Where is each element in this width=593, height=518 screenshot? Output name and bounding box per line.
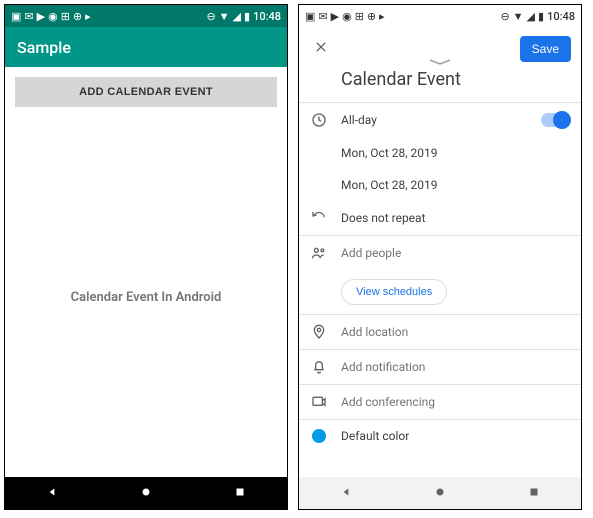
app-bar: Sample (5, 27, 287, 67)
repeat-label: Does not repeat (341, 211, 569, 225)
bell-icon (311, 359, 327, 375)
add-people-row[interactable]: Add people (299, 236, 581, 270)
app-title: Sample (17, 38, 71, 57)
add-calendar-event-button[interactable]: ADD CALENDAR EVENT (15, 77, 277, 107)
back-button[interactable] (339, 484, 353, 503)
dnd-icon: ⊖ (500, 10, 509, 23)
back-button[interactable] (45, 484, 59, 503)
add-location-row[interactable]: Add location (299, 315, 581, 349)
status-bar: ▣ ✉ ▶ ◉ ⊞ ⊕ ▸ ⊖ ▼ ◢ ▮ 10:48 (5, 5, 287, 27)
allday-toggle[interactable] (541, 113, 569, 127)
people-icon (311, 245, 327, 261)
clock-text: 10:48 (547, 10, 575, 23)
phone-screenshot-right: ▣ ✉ ▶ ◉ ⊞ ⊕ ▸ ⊖ ▼ ◢ ▮ 10:48 Save Calenda… (298, 4, 582, 510)
square-icon: ▣ (11, 10, 21, 23)
conferencing-icon (311, 394, 327, 410)
repeat-row[interactable]: Does not repeat (299, 201, 581, 235)
debug-icon: ▸ (379, 10, 385, 23)
center-label: Calendar Event In Android (5, 117, 287, 477)
add-notification-row[interactable]: Add notification (299, 350, 581, 384)
end-date-row[interactable]: Mon, Oct 28, 2019 (299, 169, 581, 201)
wifi-icon: ▼ (513, 10, 524, 23)
view-schedules-button[interactable]: View schedules (341, 279, 447, 305)
allday-row[interactable]: All-day (299, 103, 581, 137)
dnd-icon: ⊖ (206, 10, 215, 23)
wifi-icon: ▼ (219, 10, 230, 23)
battery-icon: ▮ (244, 10, 250, 23)
drag-handle-icon[interactable] (428, 51, 452, 70)
allday-label: All-day (341, 113, 527, 127)
clock-icon (311, 112, 327, 128)
status-right-icons: ⊖ ▼ ◢ ▮ 10:48 (206, 10, 281, 23)
color-row[interactable]: Default color (299, 420, 581, 452)
add-notification-label: Add notification (341, 360, 569, 374)
phone-screenshot-left: ▣ ✉ ▶ ◉ ⊞ ⊕ ▸ ⊖ ▼ ◢ ▮ 10:48 Sample ADD C… (4, 4, 288, 510)
view-schedules-row: View schedules (299, 270, 581, 314)
end-date: Mon, Oct 28, 2019 (341, 178, 569, 192)
play-icon: ▶ (331, 10, 339, 23)
navigation-bar (5, 477, 287, 509)
color-dot-icon (311, 429, 327, 443)
home-button[interactable] (139, 484, 153, 503)
square-icon: ▣ (305, 10, 315, 23)
recents-button[interactable] (233, 484, 247, 503)
message-icon: ✉ (318, 10, 327, 23)
circle-icon: ◉ (48, 10, 58, 23)
start-date-row[interactable]: Mon, Oct 28, 2019 (299, 137, 581, 169)
close-button[interactable] (309, 35, 333, 63)
battery-icon: ▮ (538, 10, 544, 23)
status-left-icons: ▣ ✉ ▶ ◉ ⊞ ⊕ ▸ (11, 10, 91, 23)
home-button[interactable] (433, 484, 447, 503)
play-icon: ▶ (37, 10, 45, 23)
location-icon (311, 324, 327, 340)
app-icon: ⊞ (355, 10, 364, 23)
signal-icon: ◢ (233, 10, 241, 23)
calendar-event-editor: Save Calendar Event All-day Mon, Oct 28,… (299, 27, 581, 477)
status-bar: ▣ ✉ ▶ ◉ ⊞ ⊕ ▸ ⊖ ▼ ◢ ▮ 10:48 (299, 5, 581, 27)
save-button[interactable]: Save (520, 36, 571, 62)
globe-icon: ⊕ (367, 10, 376, 23)
recents-button[interactable] (527, 484, 541, 503)
status-left-icons: ▣ ✉ ▶ ◉ ⊞ ⊕ ▸ (305, 10, 385, 23)
clock-text: 10:48 (253, 10, 281, 23)
repeat-icon (311, 210, 327, 226)
add-conferencing-label: Add conferencing (341, 395, 569, 409)
signal-icon: ◢ (527, 10, 535, 23)
add-conferencing-row[interactable]: Add conferencing (299, 385, 581, 419)
main-content: ADD CALENDAR EVENT Calendar Event In And… (5, 67, 287, 477)
color-label: Default color (341, 429, 569, 443)
navigation-bar (299, 477, 581, 509)
status-right-icons: ⊖ ▼ ◢ ▮ 10:48 (500, 10, 575, 23)
app-icon: ⊞ (61, 10, 70, 23)
add-people-label: Add people (341, 246, 569, 260)
circle-icon: ◉ (342, 10, 352, 23)
globe-icon: ⊕ (73, 10, 82, 23)
start-date: Mon, Oct 28, 2019 (341, 146, 569, 160)
debug-icon: ▸ (85, 10, 91, 23)
message-icon: ✉ (24, 10, 33, 23)
add-location-label: Add location (341, 325, 569, 339)
